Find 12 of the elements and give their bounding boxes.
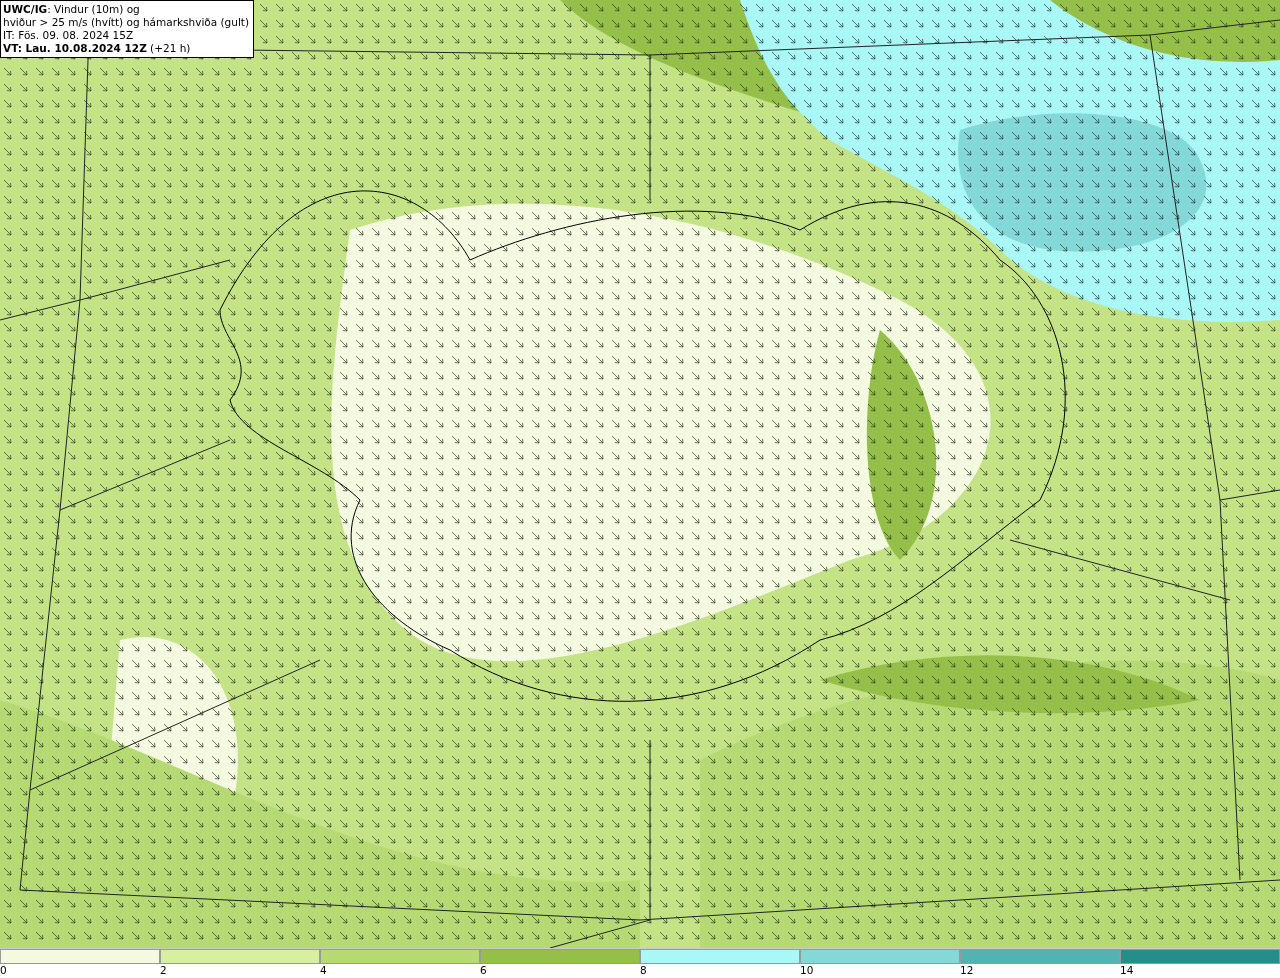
legend-label: 2 <box>160 964 167 977</box>
legend-label: 8 <box>640 964 647 977</box>
info-text: hviður > 25 m/s (hvítt) og hámarkshviða (gult) <box>3 16 250 29</box>
info-text: IT: Fös. 09. 08. 2024 15Z <box>3 29 135 42</box>
legend-label: 6 <box>480 964 487 977</box>
legend-label: 0 <box>0 964 7 977</box>
legend-label: 4 <box>320 964 327 977</box>
info-text: UWC/IG: Vindur (10m) og <box>3 3 141 16</box>
legend-label: 10 <box>800 964 814 977</box>
legend-label: 12 <box>960 964 974 977</box>
legend-label: 14 <box>1120 964 1134 977</box>
info-text: VT: Lau. 10.08.2024 12Z (+21 h) <box>3 42 192 55</box>
